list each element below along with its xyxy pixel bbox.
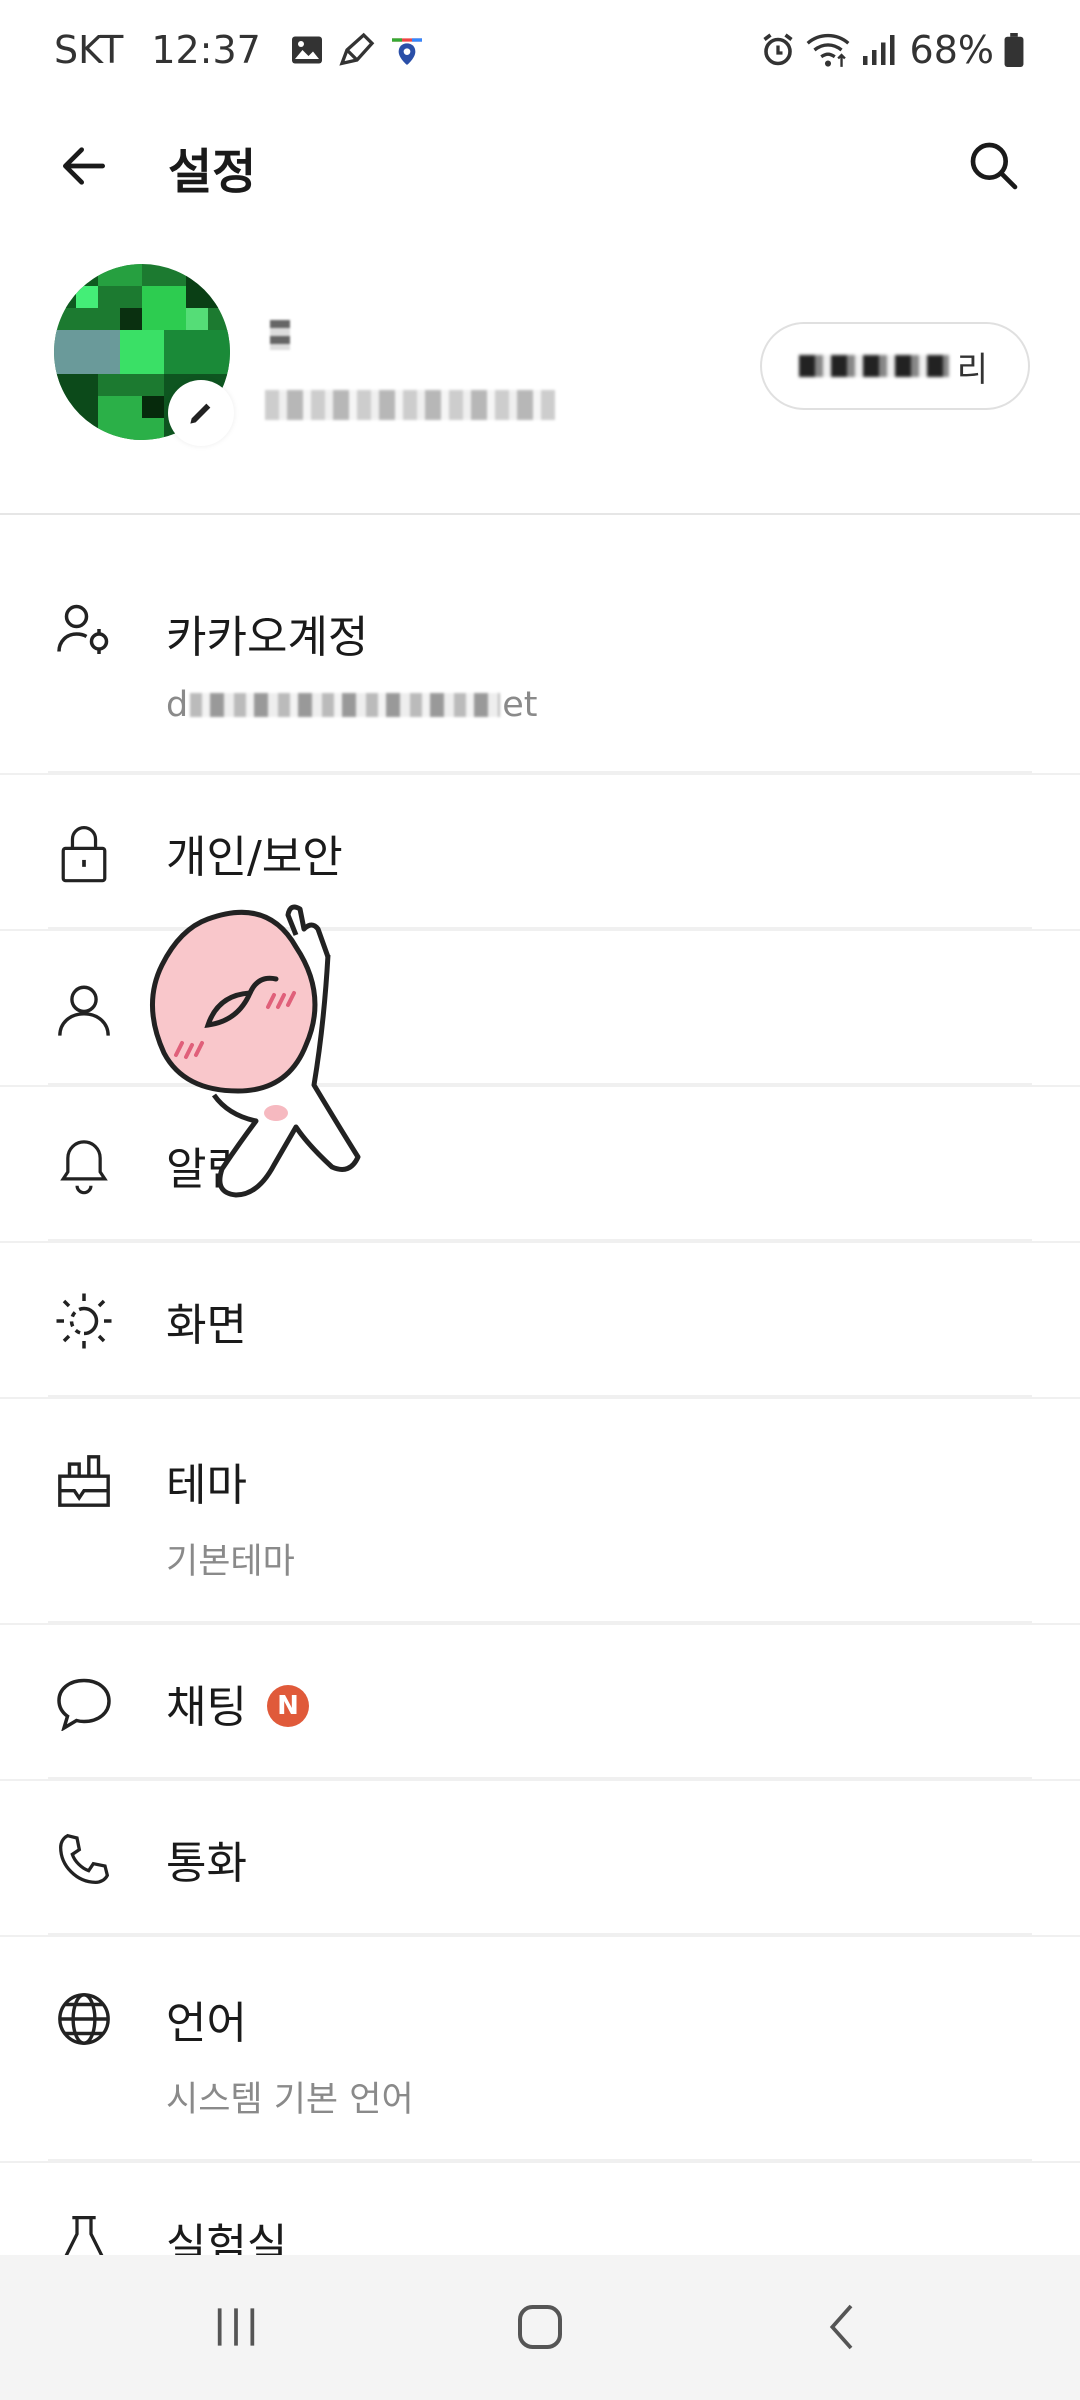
- menu-item-chat[interactable]: 채팅 N: [0, 1625, 1080, 1781]
- recents-icon: [217, 2308, 255, 2346]
- account-icon: [52, 597, 116, 661]
- avatar-edit-button[interactable]: [168, 380, 234, 446]
- menu-item-display[interactable]: 화면: [0, 1243, 1080, 1399]
- globe-icon: [52, 1987, 116, 2051]
- clock: 12:37: [151, 28, 261, 72]
- system-nav-bar: [0, 2255, 1080, 2400]
- nav-back-icon: [829, 2304, 853, 2350]
- brush-icon: [52, 1449, 116, 1513]
- home-icon: [518, 2305, 562, 2349]
- divider: [48, 771, 1032, 773]
- edit-pencil-icon: [190, 403, 211, 424]
- status-bar: SKT 12:37 68%: [0, 0, 1080, 100]
- status-right: 68%: [756, 22, 1032, 78]
- divider: [48, 927, 1032, 929]
- alarm-icon: [756, 28, 800, 72]
- manage-label: 리: [956, 349, 988, 390]
- lock-icon: [52, 821, 116, 885]
- divider: [48, 1621, 1032, 1623]
- signal-icon: [856, 28, 900, 72]
- divider: [48, 1395, 1032, 1397]
- menu-label: 개인/보안: [166, 832, 343, 883]
- gallery-icon: [285, 28, 329, 72]
- profile-manage-button[interactable]: 리: [760, 322, 1030, 410]
- menu-label: 화면: [166, 1300, 247, 1351]
- app-bar: 설정: [0, 100, 1080, 230]
- email-prefix: d: [166, 685, 189, 725]
- battery-percent: 68%: [909, 28, 994, 72]
- status-left: SKT 12:37: [54, 22, 429, 78]
- person-icon: [52, 977, 116, 1041]
- phone-icon: [52, 1827, 116, 1891]
- divider: [48, 1239, 1032, 1241]
- brightness-icon: [52, 1289, 116, 1353]
- menu-item-language[interactable]: 언어 시스템 기본 언어: [0, 1937, 1080, 2163]
- menu-label: 언어: [166, 1998, 247, 2049]
- email-redacted: [190, 693, 501, 717]
- home-button[interactable]: [504, 2291, 576, 2363]
- menu-label: 카카오계정: [166, 612, 369, 663]
- battery-icon: [1002, 28, 1026, 72]
- menu-item-call[interactable]: 통화: [0, 1781, 1080, 1937]
- menu-label: 알림: [166, 1144, 247, 1195]
- divider: [48, 1777, 1032, 1779]
- map-pin-icon: [385, 28, 429, 72]
- nav-back-button[interactable]: [808, 2291, 880, 2363]
- back-button[interactable]: [48, 130, 120, 202]
- bell-icon: [52, 1133, 116, 1197]
- menu-item-notifications[interactable]: 알림: [0, 1087, 1080, 1243]
- new-badge: N: [266, 1685, 309, 1727]
- chat-bubble-icon: [52, 1671, 116, 1735]
- profile-name-redacted: [270, 320, 290, 350]
- menu-item-kakao-account[interactable]: 카카오계정 d et: [0, 535, 1080, 775]
- email-suffix: et: [502, 685, 538, 725]
- divider: [48, 1933, 1032, 1935]
- wifi-icon: [806, 28, 850, 72]
- recents-button[interactable]: [200, 2291, 272, 2363]
- search-button[interactable]: [958, 130, 1030, 202]
- search-icon: [970, 142, 1018, 190]
- menu-label: 통화: [166, 1838, 247, 1889]
- divider: [48, 1083, 1032, 1085]
- menu-sub: 시스템 기본 언어: [166, 2080, 414, 2120]
- menu-label-wrap: 채팅 N: [166, 1671, 309, 1735]
- menu-label: 테마: [166, 1460, 247, 1511]
- menu-item-friends[interactable]: [0, 931, 1080, 1087]
- divider: [48, 2159, 1032, 2161]
- page-title: 설정: [168, 144, 257, 200]
- profile-status-redacted: [265, 390, 555, 420]
- menu-sub: 기본테마: [166, 1542, 295, 1582]
- manage-label-redacted: [798, 355, 949, 377]
- pen-icon: [335, 28, 379, 72]
- account-email: d et: [166, 685, 537, 725]
- carrier-label: SKT: [54, 28, 124, 72]
- profile-section[interactable]: 리: [0, 250, 1080, 515]
- menu-item-privacy[interactable]: 개인/보안: [0, 775, 1080, 931]
- back-arrow-icon: [62, 147, 105, 185]
- menu-item-theme[interactable]: 테마 기본테마: [0, 1399, 1080, 1625]
- settings-menu: 카카오계정 d et 개인/보안 알림 화면 테마 기본테마 채팅 N 통화 언…: [0, 535, 1080, 2283]
- menu-label: 채팅: [166, 1682, 247, 1733]
